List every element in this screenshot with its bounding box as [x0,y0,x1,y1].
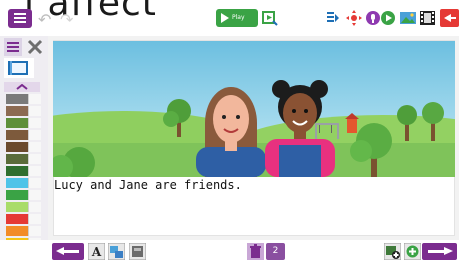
move-icon[interactable] [346,10,362,26]
swatch-handle [28,118,41,128]
play-audio-icon[interactable] [381,10,395,26]
play-label: Play [232,14,245,21]
menu-icon-line [14,21,26,23]
image-text-icon[interactable] [108,243,125,260]
page-caption[interactable]: Lucy and Jane are friends. [54,178,242,192]
add-image-icon[interactable] [384,243,401,260]
swatch-handle [28,94,41,104]
swatch-handle [28,154,41,164]
swatch-handle [28,130,41,140]
swatch-orange[interactable] [6,226,28,236]
exit-icon-bar [450,17,456,19]
svg-text:A: A [91,245,102,259]
prev-page-icon-bar [63,250,79,253]
exit-button[interactable] [440,9,459,27]
record-icon[interactable] [366,10,380,26]
undo-icon[interactable]: ↶ [38,10,51,29]
swatch-light-green[interactable] [6,202,28,212]
list-icon[interactable] [4,38,22,56]
swatch-red[interactable] [6,214,28,224]
swatch-green-grass[interactable] [6,118,28,128]
menu-icon [14,13,26,15]
swatch-handle [28,202,41,212]
swatch-wood[interactable] [6,130,28,140]
text-direction-icon[interactable] [326,10,340,26]
left-panel [0,36,48,262]
settings-icon[interactable] [26,38,44,56]
swatch-dark-green[interactable] [6,166,28,176]
swatch-handle [28,166,41,176]
swatch-gray-texture[interactable] [6,94,28,104]
page-count-badge[interactable]: 2 [266,243,285,260]
layout-icon[interactable] [129,243,146,260]
swatch-handle [28,142,41,152]
next-page-button[interactable] [422,243,457,260]
menu-button[interactable] [8,9,32,28]
play-button[interactable]: Play [216,9,258,27]
swatch-dark-wood[interactable] [6,142,28,152]
swatch-brown-stone[interactable] [6,106,28,116]
top-toolbar: l affect ↶ ↷ Play [0,0,459,36]
next-page-icon [444,247,453,255]
text-icon[interactable]: A [88,243,105,260]
trash-icon[interactable] [247,243,264,260]
redo-icon[interactable]: ↷ [60,10,73,29]
swatch-handle [28,226,41,236]
next-page-icon-bar [428,250,445,253]
swatch-handle [28,190,41,200]
swatch-handle [28,178,41,188]
swatch-handle [28,214,41,224]
play-icon [221,13,229,23]
menu-icon-line [14,17,26,19]
swatch-green[interactable] [6,190,28,200]
image-icon[interactable] [400,10,416,26]
swatch-handle [28,106,41,116]
swatch-cyan[interactable] [6,178,28,188]
scroll-up-icon [16,84,28,90]
add-page-icon[interactable] [404,243,421,260]
prev-page-button[interactable] [52,243,84,260]
book-icon[interactable] [4,58,34,78]
preview-icon[interactable] [262,10,278,26]
swatch-olive[interactable] [6,154,28,164]
scroll-up-button[interactable] [4,82,40,92]
scene-illustration[interactable] [53,41,455,177]
video-icon[interactable] [420,10,435,26]
